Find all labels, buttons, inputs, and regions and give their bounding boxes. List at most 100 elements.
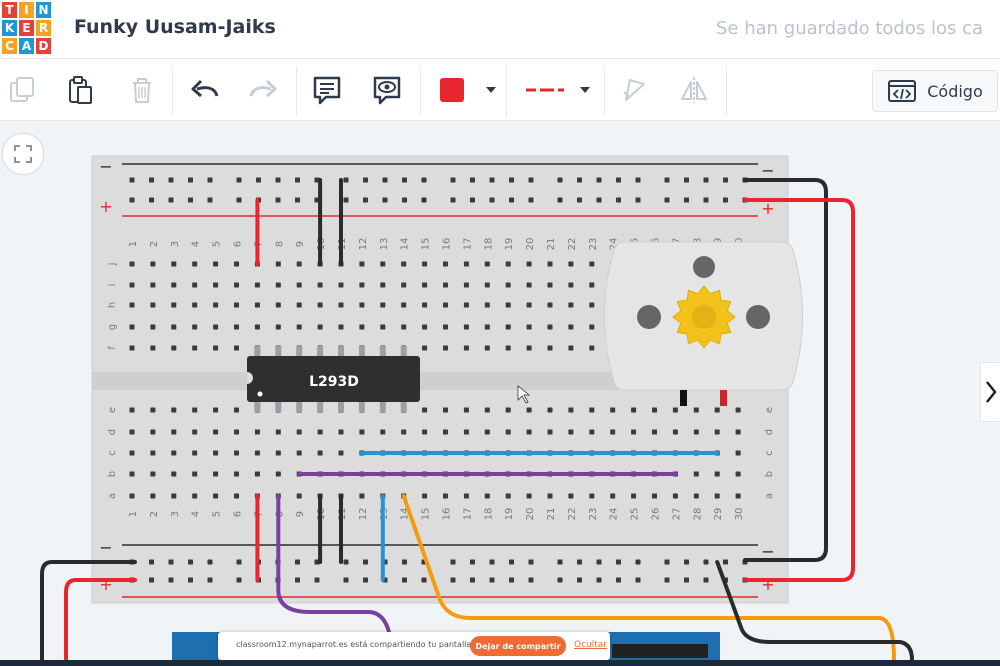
design-canvas[interactable]: − + − + − + − +1 1 2 2 3 3 4 4 5 5 6 6 7 7 8 8 9 9 10 10 11 11 12 12 13…	[0, 121, 1000, 666]
hole	[402, 177, 407, 183]
hole	[463, 493, 469, 499]
hole	[526, 282, 532, 288]
hole	[207, 177, 213, 183]
hole	[735, 429, 741, 435]
column-number-top: 20	[525, 238, 536, 251]
column-number-top: 6	[233, 241, 244, 247]
column-number-top: 3	[170, 241, 181, 247]
fit-view-button[interactable]	[2, 133, 44, 175]
hole	[236, 177, 242, 183]
hole	[589, 261, 595, 267]
row-letter: j	[107, 263, 118, 267]
hole	[526, 324, 532, 330]
wire-color-swatch	[440, 78, 496, 102]
column-number-bottom: 6	[233, 511, 244, 517]
hole	[129, 345, 135, 351]
column-number-bottom: 17	[462, 508, 473, 521]
hole	[171, 302, 177, 308]
hole	[171, 471, 177, 477]
redo-button[interactable]	[244, 70, 282, 110]
hole	[547, 429, 553, 435]
column-number-bottom: 21	[546, 508, 557, 521]
hole	[589, 429, 595, 435]
column-number-top: 16	[442, 238, 453, 251]
undo-button[interactable]	[186, 70, 224, 110]
hole	[443, 429, 448, 435]
row-letter: g	[107, 324, 118, 330]
delete-button[interactable]	[124, 70, 160, 110]
chip-pin1-dot	[257, 391, 263, 397]
code-button[interactable]: Código	[872, 70, 998, 112]
hole	[443, 282, 448, 288]
column-number-top: 19	[504, 238, 515, 251]
hole	[450, 577, 456, 583]
wire-type-selector[interactable]	[514, 70, 598, 110]
hole	[509, 177, 514, 183]
hole	[664, 577, 670, 583]
hole	[149, 559, 154, 565]
hole	[275, 282, 281, 288]
rail-sign: +	[761, 575, 774, 594]
logo-letter: A	[19, 38, 34, 54]
hole	[723, 197, 728, 203]
hole	[254, 471, 260, 477]
hole	[129, 407, 135, 413]
hole	[295, 177, 300, 183]
column-number-top: 14	[400, 238, 411, 251]
hole	[149, 177, 154, 183]
chevron-right-icon	[986, 381, 997, 403]
hole	[213, 407, 219, 413]
hole	[463, 282, 469, 288]
hole	[236, 559, 242, 565]
wire-color-picker[interactable]	[430, 70, 502, 110]
side-panel-toggle[interactable]	[980, 362, 1000, 422]
hole	[703, 197, 709, 203]
hole	[338, 302, 344, 308]
hole	[505, 429, 511, 435]
hole	[150, 493, 156, 499]
hole	[150, 345, 156, 351]
hole	[557, 559, 563, 565]
hole	[635, 559, 641, 565]
project-title[interactable]: Funky Uusam-Jaiks	[74, 16, 276, 38]
hole	[463, 429, 469, 435]
hole	[188, 559, 193, 565]
hole	[150, 261, 156, 267]
hole	[470, 559, 475, 565]
hole	[296, 302, 302, 308]
hole	[275, 324, 281, 330]
notes-button[interactable]	[308, 70, 346, 110]
hole	[723, 559, 728, 565]
hide-banner-link[interactable]: Ocultar	[574, 640, 607, 650]
copy-button[interactable]	[4, 70, 40, 110]
tinkercad-logo[interactable]: TIN KER CAD	[2, 2, 51, 56]
hole	[150, 282, 156, 288]
hole	[547, 493, 553, 499]
paste-button[interactable]	[62, 70, 98, 110]
column-number-bottom: 16	[442, 508, 453, 521]
delete-icon	[133, 78, 151, 103]
hole	[207, 197, 213, 203]
hole	[547, 407, 553, 413]
hole	[234, 407, 239, 413]
hole	[489, 197, 495, 203]
rotate-button[interactable]	[614, 70, 654, 110]
toolbar: Código	[0, 62, 1000, 121]
hole	[664, 559, 670, 565]
hole	[150, 429, 156, 435]
hole	[129, 177, 135, 183]
stop-sharing-button[interactable]: Dejar de compartir	[470, 636, 566, 656]
hole	[568, 429, 574, 435]
flip-button[interactable]	[674, 70, 714, 110]
hole	[380, 324, 386, 330]
column-number-top: 23	[588, 238, 599, 251]
hole	[314, 577, 320, 583]
view-notes-button[interactable]	[368, 70, 406, 110]
hole	[275, 471, 281, 477]
hole	[295, 559, 300, 565]
row-letter: a	[764, 493, 775, 499]
column-number-bottom: 30	[734, 508, 745, 521]
hole	[528, 177, 534, 183]
hole	[380, 302, 386, 308]
circuit-svg[interactable]: −+−+−+−+11223344556677889910101111121213…	[0, 121, 1000, 666]
